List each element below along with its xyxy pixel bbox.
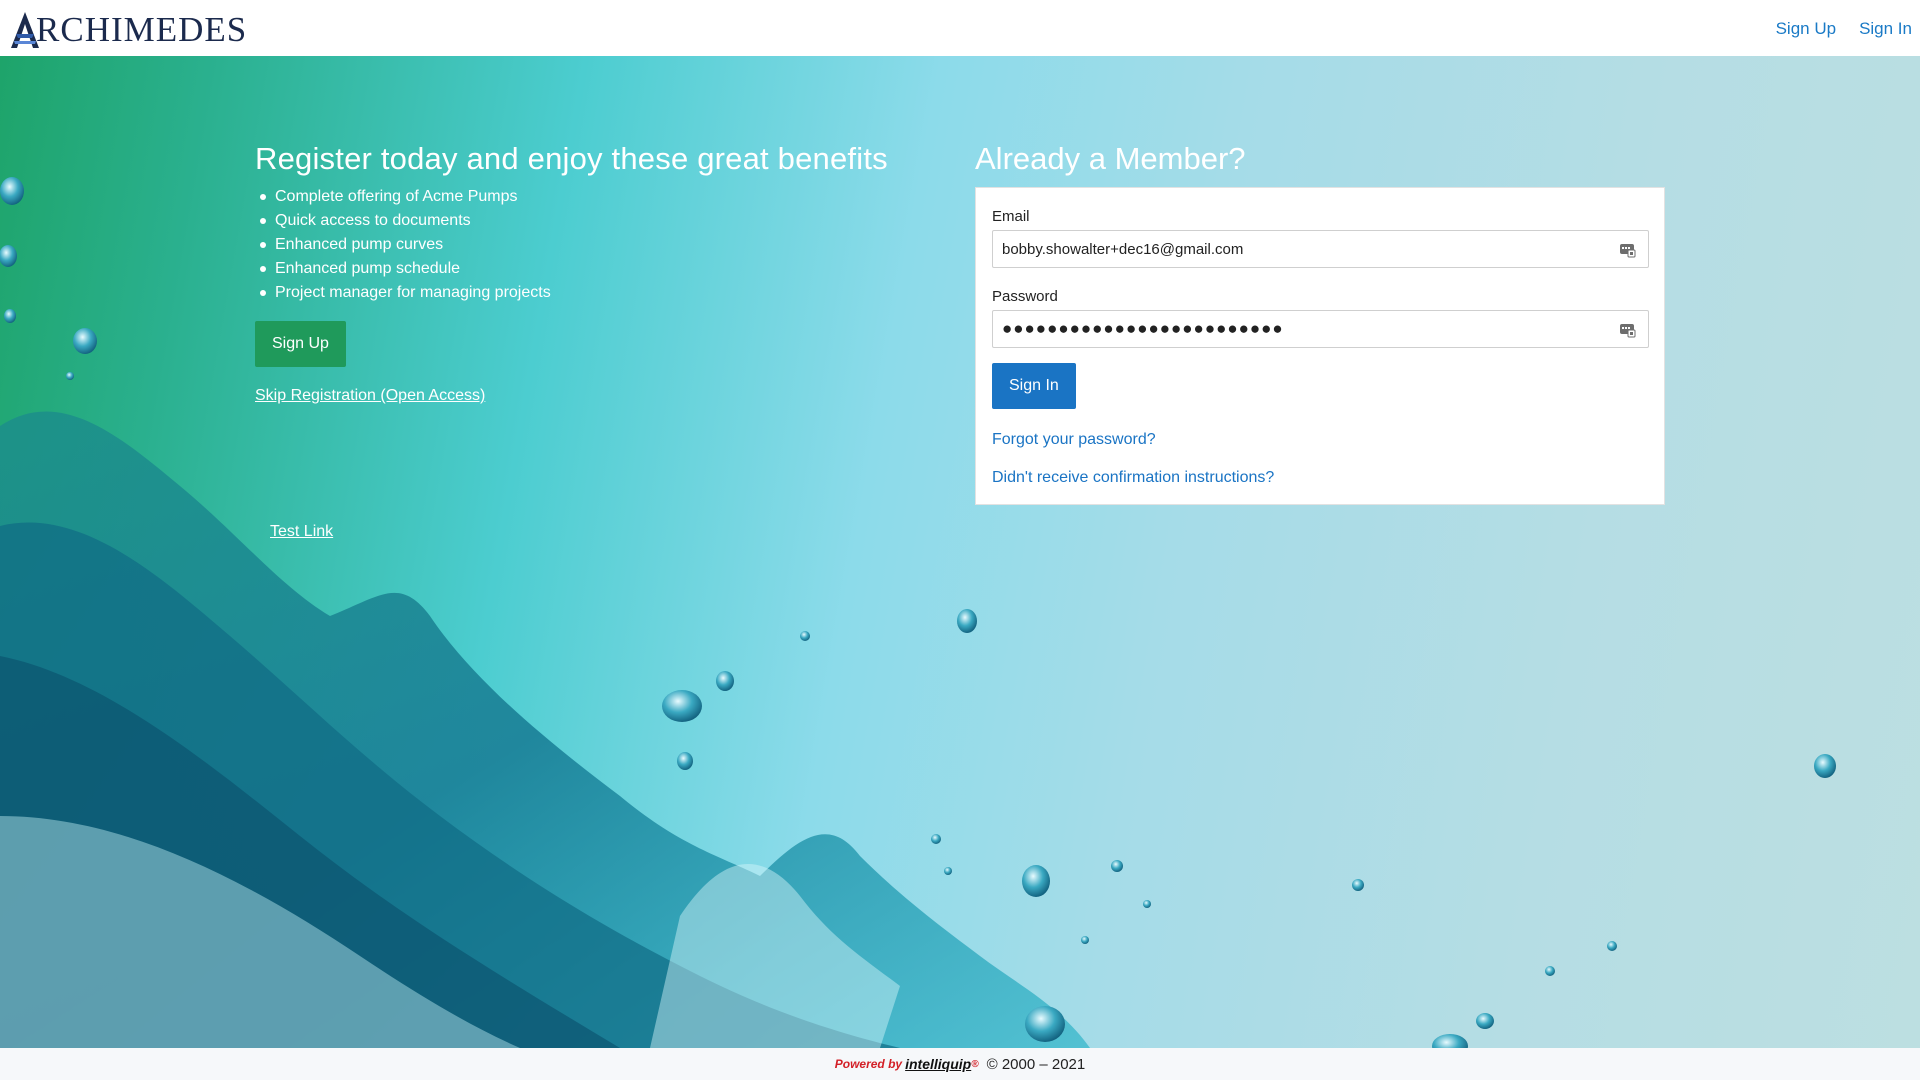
hero-background: Register today and enjoy these great ben… bbox=[0, 56, 1920, 1048]
benefit-item: Project manager for managing projects bbox=[255, 281, 955, 305]
confirmation-instructions-link[interactable]: Didn't receive confirmation instructions… bbox=[992, 469, 1648, 487]
nav-sign-up-link[interactable]: Sign Up bbox=[1776, 19, 1836, 39]
password-manager-icon[interactable] bbox=[1619, 241, 1636, 258]
email-label: Email bbox=[992, 208, 1030, 225]
login-card: Email Password Sign In Forgot your passw… bbox=[975, 187, 1665, 505]
sign-in-button[interactable]: Sign In bbox=[992, 363, 1076, 409]
powered-by-label: Powered by bbox=[834, 1057, 903, 1071]
brand-registered-mark: ® bbox=[971, 1058, 979, 1070]
benefit-item: Quick access to documents bbox=[255, 209, 955, 233]
login-title: Already a Member? bbox=[975, 141, 1246, 176]
intelliquip-brand[interactable]: intelliquip bbox=[905, 1056, 971, 1072]
copyright-text: © 2000 – 2021 bbox=[986, 1055, 1086, 1073]
logo-text: RCHIMEDES bbox=[36, 10, 248, 49]
email-field-wrapper bbox=[992, 230, 1649, 268]
top-navbar: RCHIMEDES Sign Up Sign In bbox=[0, 0, 1920, 56]
skip-registration-link[interactable]: Skip Registration (Open Access) bbox=[255, 387, 955, 405]
footer: Powered by intelliquip ® © 2000 – 2021 bbox=[0, 1048, 1920, 1080]
benefits-list: Complete offering of Acme Pumps Quick ac… bbox=[255, 185, 955, 305]
top-nav: Sign Up Sign In bbox=[1776, 19, 1912, 39]
benefit-item: Enhanced pump curves bbox=[255, 233, 955, 257]
password-field-wrapper bbox=[992, 310, 1649, 348]
register-section: Register today and enjoy these great ben… bbox=[255, 141, 955, 405]
password-manager-icon[interactable] bbox=[1619, 321, 1636, 338]
forgot-password-link[interactable]: Forgot your password? bbox=[992, 431, 1648, 449]
test-link[interactable]: Test Link bbox=[270, 523, 333, 541]
password-input[interactable] bbox=[993, 311, 1593, 347]
password-label: Password bbox=[992, 288, 1058, 305]
nav-sign-in-link[interactable]: Sign In bbox=[1859, 19, 1912, 39]
benefit-item: Enhanced pump schedule bbox=[255, 257, 955, 281]
archimedes-logo[interactable]: RCHIMEDES bbox=[8, 8, 247, 52]
sign-up-button[interactable]: Sign Up bbox=[255, 321, 346, 367]
benefit-item: Complete offering of Acme Pumps bbox=[255, 185, 955, 209]
register-title: Register today and enjoy these great ben… bbox=[255, 141, 888, 176]
email-input[interactable] bbox=[993, 231, 1593, 267]
